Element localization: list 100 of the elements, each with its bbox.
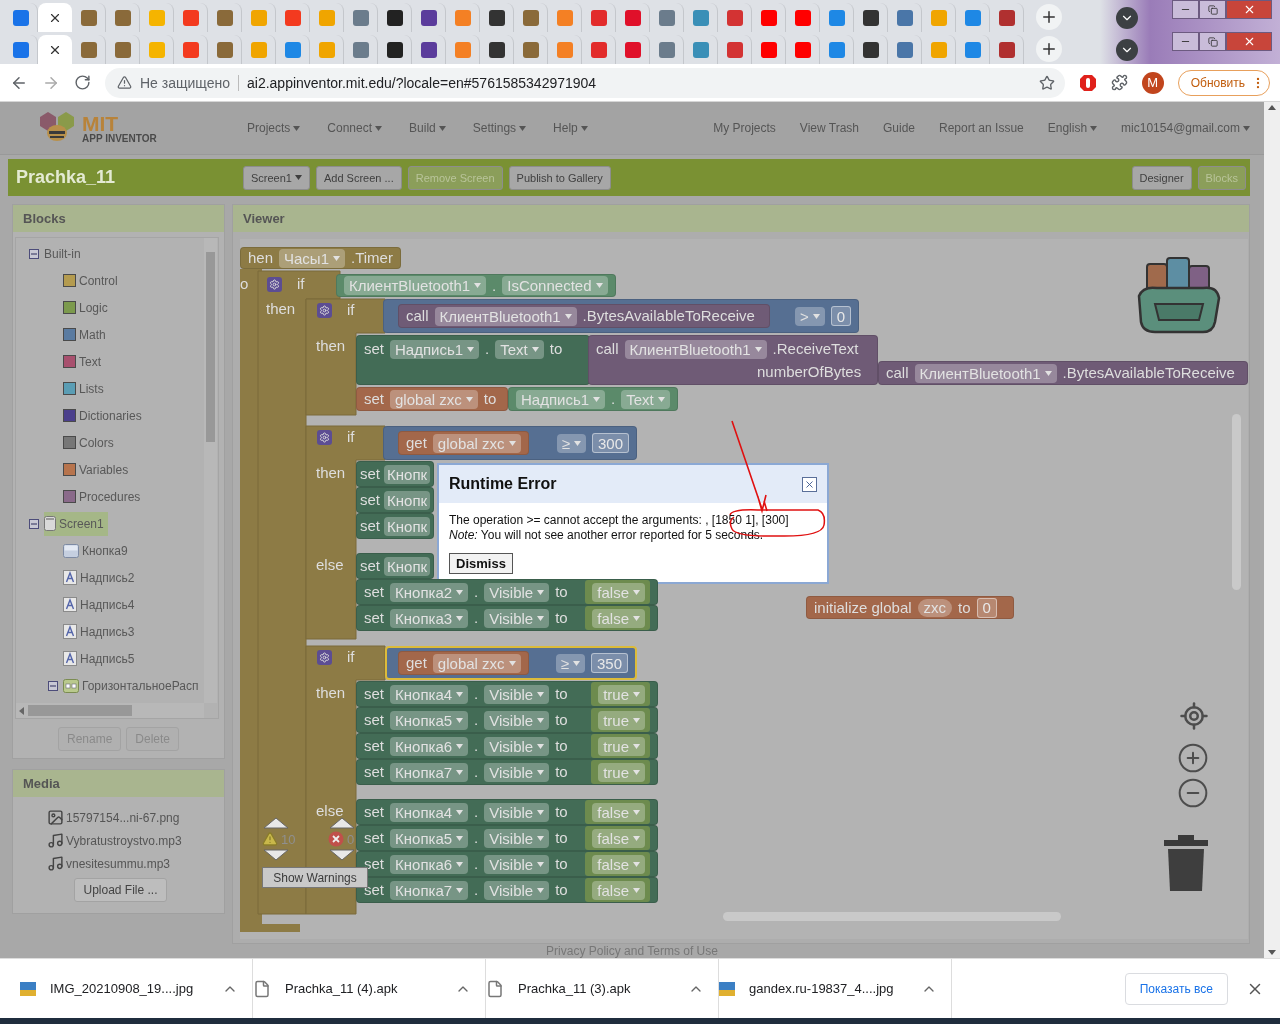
block-dropdown[interactable]: Кнопк (384, 464, 431, 484)
address-field[interactable]: Не защищено ai2.appinventor.mit.edu/?locale=en#5761585342971904 (105, 67, 1065, 98)
block-dropdown[interactable]: Кнопк (384, 490, 431, 510)
gear-icon[interactable] (317, 430, 332, 445)
close-button[interactable] (1226, 0, 1272, 19)
block-dropdown[interactable]: true (598, 684, 645, 704)
block-dropdown[interactable]: false (592, 880, 645, 900)
variable-block[interactable]: initialize global zxc to 0 (806, 596, 1014, 619)
block-dropdown[interactable]: true (598, 736, 645, 756)
number-field[interactable]: 0 (976, 597, 997, 618)
upload-button[interactable]: Upload File ... (74, 878, 167, 902)
getter-block[interactable]: КлиентBluetooth1 . IsConnected (336, 274, 616, 297)
nav-link[interactable]: My Projects (713, 121, 776, 136)
tree-item[interactable]: Variables (63, 457, 133, 482)
event-block[interactable]: hen Часы1 .Timer (240, 247, 401, 269)
zoom-in-icon[interactable] (1177, 742, 1209, 774)
block-dropdown[interactable]: ≥ (555, 653, 585, 673)
toolbar-button[interactable]: Add Screen ... (316, 165, 402, 190)
number-field[interactable]: 0 (830, 306, 851, 326)
tab-search-button[interactable] (1116, 7, 1138, 29)
boolean-block[interactable]: false (585, 826, 650, 850)
block-dropdown[interactable]: Visible (484, 608, 550, 628)
method-block[interactable]: call КлиентBluetooth1 .BytesAvailableToReceive (398, 304, 770, 328)
close-button[interactable] (1226, 32, 1272, 51)
block-dropdown[interactable]: Кнопка6 (390, 854, 469, 874)
block-dropdown[interactable]: Надпись1 (390, 340, 480, 359)
gear-icon[interactable] (317, 303, 332, 318)
tree-item[interactable]: Lists (63, 376, 108, 401)
setter-block[interactable]: set Кнопк (356, 553, 435, 579)
block-dropdown[interactable]: global zxc (432, 433, 521, 453)
tab-search-button[interactable] (1116, 39, 1138, 61)
nav-menu[interactable]: Projects (247, 121, 301, 136)
block-dropdown[interactable]: Кнопка7 (390, 880, 469, 900)
variable-block[interactable]: get global zxc (398, 651, 529, 675)
show-all-button[interactable]: Показать все (1124, 972, 1228, 1005)
tree-item[interactable]: Надпись4 (63, 592, 139, 617)
setter-block[interactable]: set Надпись1 . Text to (356, 335, 590, 385)
tree-item[interactable]: Кнопка9 (63, 538, 132, 563)
block-dropdown[interactable]: false (592, 608, 645, 628)
block-dropdown[interactable]: Кнопка6 (390, 736, 469, 756)
tree-item[interactable]: Logic (63, 295, 112, 320)
nav-link[interactable]: Guide (883, 121, 915, 136)
setter-block[interactable]: set Кнопка4 . Visible to true (356, 681, 658, 707)
nav-menu[interactable]: English (1047, 121, 1098, 136)
collapse-toggle-icon[interactable] (29, 518, 39, 529)
boolean-block[interactable]: false (585, 800, 650, 824)
block-dropdown[interactable]: Visible (484, 582, 550, 602)
media-file[interactable]: 15797154...ni-67.png (47, 809, 224, 826)
block-dropdown[interactable]: Visible (484, 854, 550, 874)
setter-block[interactable]: set Кнопк (356, 513, 435, 539)
block-dropdown[interactable]: КлиентBluetooth1 (914, 363, 1057, 383)
up-arrow-icon[interactable] (262, 817, 290, 829)
boolean-block[interactable]: true (591, 708, 650, 732)
number-field[interactable]: 300 (591, 433, 629, 453)
block-dropdown[interactable]: КлиентBluetooth1 (434, 306, 577, 326)
block-dropdown[interactable]: Visible (484, 762, 550, 782)
tree-item[interactable]: Надпись5 (63, 646, 139, 671)
boolean-block[interactable]: false (585, 580, 650, 604)
view-toggle-button[interactable]: Designer (1131, 165, 1192, 190)
block-dropdown[interactable]: Кнопка5 (390, 828, 469, 848)
block-dropdown[interactable]: Кнопка7 (390, 762, 469, 782)
locate-icon[interactable] (1179, 701, 1209, 731)
tree-item[interactable]: Control (63, 268, 122, 293)
down-arrow-icon[interactable] (328, 849, 356, 861)
block-dropdown[interactable]: Text (495, 340, 544, 359)
block-dropdown[interactable]: Кнопк (384, 556, 431, 576)
block-dropdown[interactable]: Visible (484, 710, 550, 730)
page-scrollbar[interactable] (1264, 102, 1280, 958)
toolbar-button[interactable]: Screen1 (243, 165, 310, 190)
show-warnings-button[interactable]: Show Warnings (262, 867, 368, 888)
update-button[interactable]: Обновить (1177, 69, 1271, 96)
tree-item[interactable]: Dictionaries (63, 403, 146, 428)
setter-block[interactable]: set Кнопка6 . Visible to true (356, 733, 658, 759)
media-file[interactable]: vnesitesummu.mp3 (47, 855, 224, 872)
nav-link[interactable]: View Trash (799, 121, 859, 136)
zoom-out-icon[interactable] (1177, 777, 1209, 809)
up-arrow-icon[interactable] (328, 817, 356, 829)
tree-item[interactable]: Надпись2 (63, 565, 139, 590)
block-dropdown[interactable]: global zxc (432, 653, 521, 673)
nav-menu[interactable]: Settings (472, 121, 527, 136)
block-dropdown[interactable]: Visible (484, 880, 550, 900)
new-tab-button[interactable] (1036, 4, 1062, 30)
block-dropdown[interactable]: Кнопка4 (390, 684, 469, 704)
block-dropdown[interactable]: Text (621, 389, 670, 409)
close-button[interactable] (802, 476, 817, 492)
block-dropdown[interactable]: Visible (484, 802, 550, 822)
trash-icon[interactable] (1164, 835, 1208, 891)
view-toggle-button[interactable]: Blocks (1197, 165, 1246, 190)
block-dropdown[interactable]: true (598, 762, 645, 782)
variable-block[interactable]: set global zxc to (356, 387, 508, 411)
block-dropdown[interactable]: Кнопка5 (390, 710, 469, 730)
tree-item[interactable]: Built-in (44, 241, 85, 266)
bookmark-star-icon[interactable] (1038, 74, 1055, 91)
block-dropdown[interactable]: > (794, 306, 825, 326)
block-dropdown[interactable]: false (592, 828, 645, 848)
tree-item[interactable]: Screen1 (44, 511, 108, 536)
block-dropdown[interactable]: Часы1 (279, 248, 345, 268)
boolean-block[interactable]: true (591, 682, 650, 706)
boolean-block[interactable]: false (585, 852, 650, 876)
restore-button[interactable] (1199, 0, 1226, 19)
